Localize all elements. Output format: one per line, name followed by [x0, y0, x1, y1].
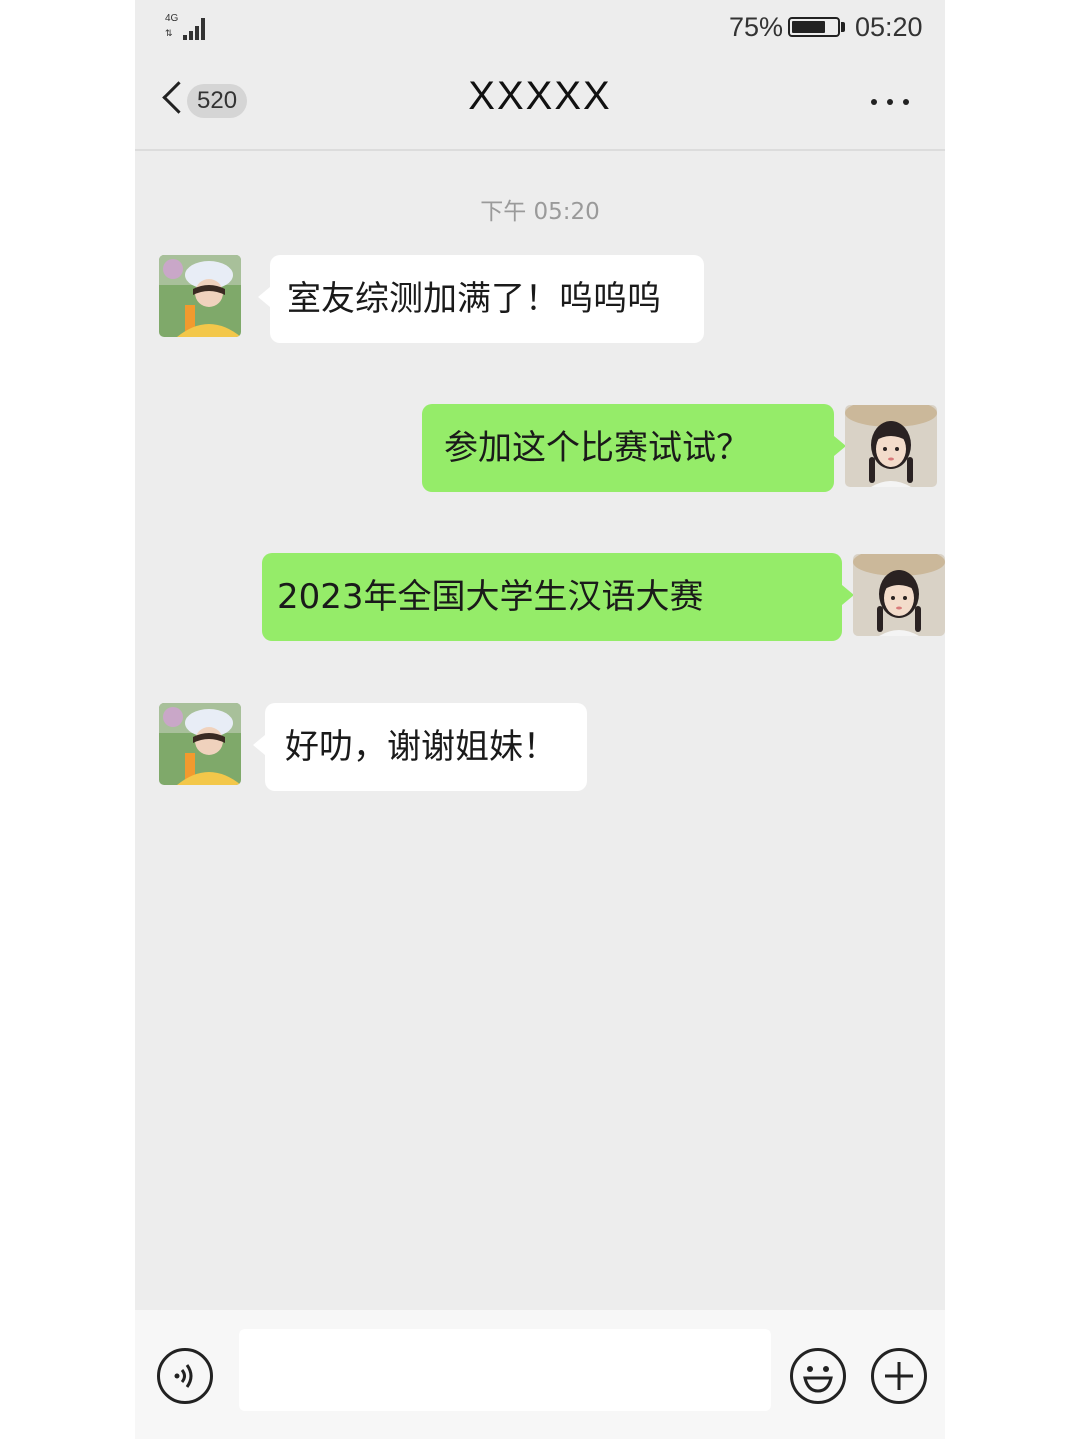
battery-icon: [788, 17, 840, 37]
more-dots-icon: [871, 99, 877, 105]
emoji-button[interactable]: [790, 1348, 846, 1404]
input-bar: [135, 1310, 945, 1439]
nav-bar: 520 XXXXX: [135, 56, 945, 151]
user-avatar[interactable]: [845, 405, 937, 487]
chat-title: XXXXX: [468, 74, 612, 118]
chat-screen: 4G ⇅ 75% 05:20 520 XXXXX 下午 05:20 室友综测加满…: [135, 0, 945, 1439]
network-type: 4G: [165, 13, 179, 24]
message-bubble-outgoing[interactable]: 参加这个比赛试试？: [422, 404, 846, 492]
message-bubble-outgoing[interactable]: 2023年全国大学生汉语大赛: [262, 553, 854, 641]
battery-percent: 75%: [729, 12, 784, 42]
status-time: 05:20: [855, 12, 923, 42]
more-button[interactable]: [865, 92, 915, 112]
user-avatar[interactable]: [853, 554, 945, 636]
message-timestamp: 下午 05:20: [480, 199, 600, 225]
voice-button[interactable]: [157, 1348, 213, 1404]
voice-icon: [174, 1364, 193, 1388]
message-input[interactable]: [239, 1329, 771, 1411]
contact-avatar[interactable]: [159, 255, 241, 337]
message-bubble-incoming[interactable]: 室友综测加满了！呜呜呜: [258, 255, 704, 343]
message-bubble-incoming[interactable]: 好叻，谢谢姐妹！: [253, 703, 587, 791]
more-functions-button[interactable]: [871, 1348, 927, 1404]
plus-icon: [885, 1362, 913, 1390]
emoji-icon: [803, 1366, 833, 1393]
signal-icon: 4G ⇅: [165, 14, 211, 42]
contact-avatar[interactable]: [159, 703, 241, 785]
status-bar: 4G ⇅ 75% 05:20: [135, 0, 945, 56]
